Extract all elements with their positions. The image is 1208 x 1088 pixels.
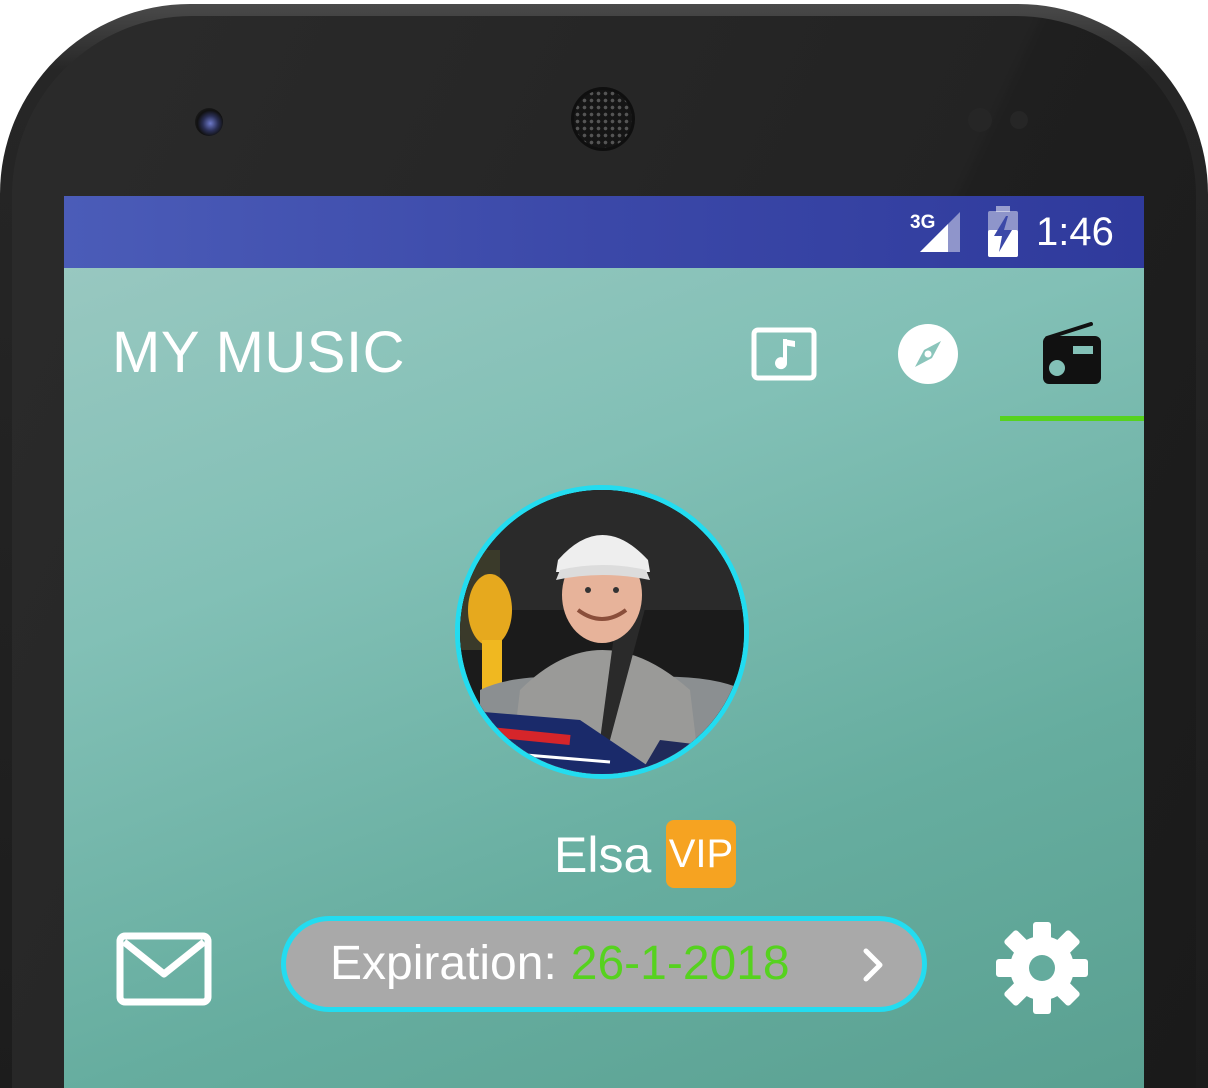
cell-signal-icon: 3G (910, 212, 960, 252)
tab-radio[interactable] (1012, 314, 1132, 394)
chevron-right-icon (863, 948, 883, 982)
app-screen: 3G 1:46 MY MUSIC Elsa VIP Expiration: 26… (64, 196, 1144, 1088)
status-bar: 3G 1:46 (64, 196, 1144, 268)
page-title: MY MUSIC (112, 320, 405, 385)
gear-icon (996, 922, 1088, 1014)
avatar-photo (460, 490, 744, 774)
earpiece-speaker (574, 90, 632, 148)
tab-my-music[interactable] (724, 314, 844, 394)
music-note-icon (751, 327, 817, 381)
front-camera (195, 108, 223, 136)
light-sensor (1010, 111, 1028, 129)
expiration-label: Expiration: (330, 937, 557, 990)
mail-button[interactable] (116, 932, 212, 1008)
settings-button[interactable] (994, 920, 1090, 1016)
network-type-label: 3G (910, 212, 935, 233)
expiration-date: 26-1-2018 (570, 937, 790, 990)
user-name: Elsa (554, 827, 652, 883)
avatar[interactable] (455, 485, 749, 779)
radio-icon (1043, 322, 1101, 384)
mail-icon (116, 932, 212, 1006)
vip-badge: VIP (666, 820, 736, 888)
selected-tab-indicator (1000, 416, 1144, 421)
battery-charging-icon (988, 206, 1018, 257)
expiration-button[interactable]: Expiration: 26-1-2018 (281, 916, 927, 1012)
compass-icon (898, 324, 958, 384)
proximity-sensor (968, 108, 992, 132)
tab-discover[interactable] (868, 314, 988, 394)
phone-mockup: 3G 1:46 MY MUSIC Elsa VIP Expiration: 26… (0, 0, 1208, 1088)
status-time: 1:46 (1036, 210, 1114, 254)
